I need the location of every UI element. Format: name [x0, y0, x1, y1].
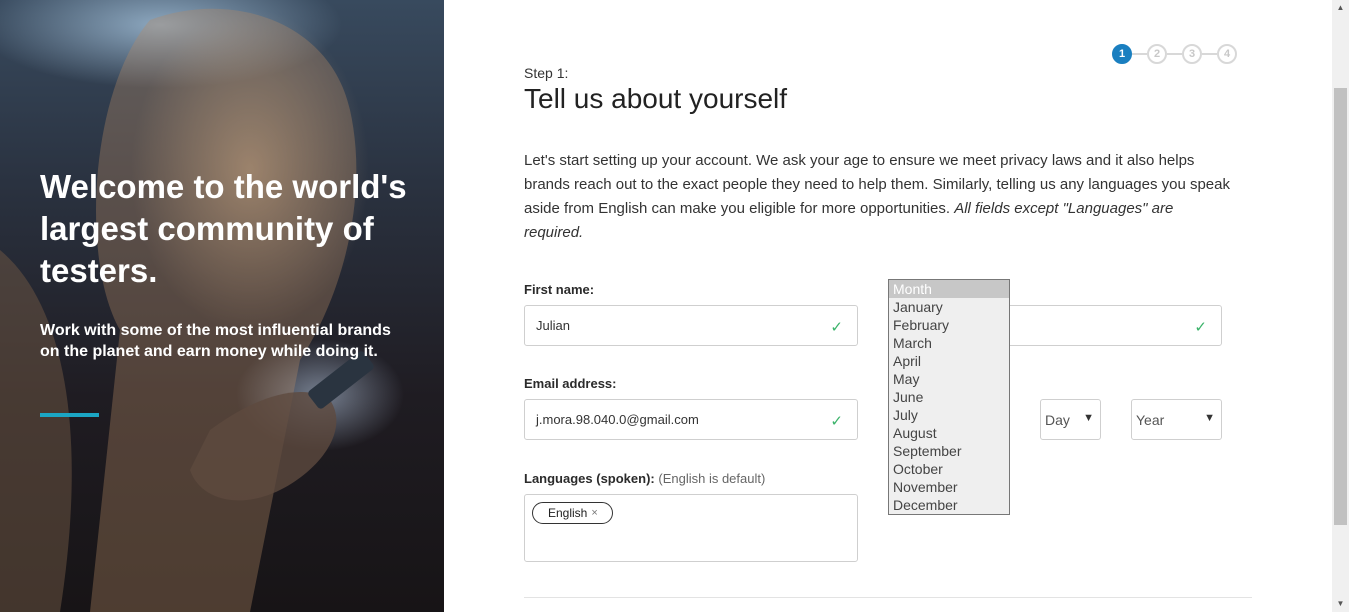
chevron-down-icon: ▼	[1083, 412, 1094, 424]
month-option[interactable]: March	[889, 334, 1009, 352]
month-option[interactable]: Month	[889, 280, 1009, 298]
month-option[interactable]: February	[889, 316, 1009, 334]
check-icon: ✓	[830, 413, 843, 430]
scroll-down-icon[interactable]: ▼	[1332, 596, 1349, 612]
email-input[interactable]: j.mora.98.040.0@gmail.com ✓	[524, 399, 858, 440]
month-option[interactable]: August	[889, 424, 1009, 442]
languages-input[interactable]: English ×	[524, 494, 858, 562]
check-icon: ✓	[830, 319, 843, 336]
birth-year-select[interactable]: Year ▼	[1131, 399, 1222, 440]
step-connector	[1167, 53, 1182, 55]
step-3: 3	[1182, 44, 1202, 64]
step-1: 1	[1112, 44, 1132, 64]
month-option[interactable]: October	[889, 460, 1009, 478]
hero-subtitle: Work with some of the most influential b…	[40, 322, 391, 360]
step-connector	[1132, 53, 1147, 55]
hero-title: Welcome to the world's largest community…	[40, 168, 407, 289]
check-icon: ✓	[1194, 319, 1207, 336]
hero-panel: Welcome to the world's largest community…	[0, 0, 444, 612]
birth-day-select[interactable]: Day ▼	[1040, 399, 1101, 440]
progress-stepper: 1 2 3 4	[1112, 44, 1237, 64]
languages-label-text: Languages (spoken):	[524, 471, 655, 486]
languages-label: Languages (spoken): (English is default)	[524, 471, 765, 486]
languages-hint: (English is default)	[658, 471, 766, 486]
month-option[interactable]: April	[889, 352, 1009, 370]
month-option[interactable]: June	[889, 388, 1009, 406]
page-scrollbar[interactable]: ▲ ▼	[1332, 0, 1349, 612]
step-4: 4	[1217, 44, 1237, 64]
language-tag: English ×	[532, 502, 613, 524]
email-value: j.mora.98.040.0@gmail.com	[536, 412, 699, 427]
month-option[interactable]: November	[889, 478, 1009, 496]
first-name-label: First name:	[524, 282, 595, 297]
month-option[interactable]: July	[889, 406, 1009, 424]
birth-day-value: Day	[1045, 411, 1070, 428]
page-title: Tell us about yourself	[524, 83, 788, 114]
scrollbar-thumb[interactable]	[1334, 88, 1347, 525]
remove-tag-icon[interactable]: ×	[591, 507, 597, 519]
email-label: Email address:	[524, 376, 617, 391]
scroll-up-icon[interactable]: ▲	[1332, 0, 1349, 16]
step-connector	[1202, 53, 1217, 55]
chevron-down-icon: ▼	[1204, 412, 1215, 424]
first-name-input[interactable]: Julian ✓	[524, 305, 858, 346]
month-option[interactable]: September	[889, 442, 1009, 460]
hero-accent-bar	[40, 413, 99, 417]
step-2: 2	[1147, 44, 1167, 64]
first-name-value: Julian	[536, 318, 570, 333]
month-option[interactable]: January	[889, 298, 1009, 316]
birth-year-value: Year	[1136, 411, 1165, 428]
section-divider	[524, 597, 1252, 598]
language-tag-label: English	[548, 506, 588, 520]
hero-photo	[0, 8, 374, 612]
intro-text: Let's start setting up your account. We …	[524, 149, 1236, 245]
birth-month-dropdown-list[interactable]: Month January February March April May J…	[888, 279, 1010, 515]
month-option[interactable]: December	[889, 496, 1009, 514]
step-label: Step 1:	[524, 65, 569, 81]
month-option[interactable]: May	[889, 370, 1009, 388]
